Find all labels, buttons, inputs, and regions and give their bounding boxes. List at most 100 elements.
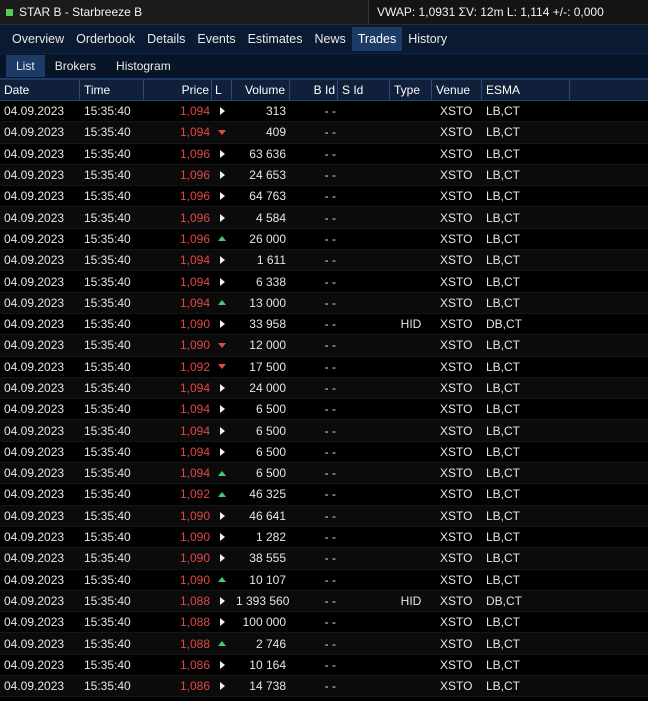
cell-esma: LB,CT (486, 444, 521, 459)
tab-trades[interactable]: Trades (351, 27, 403, 51)
table-row[interactable]: 04.09.2023 15:35:40 1,094 6 338 - - XSTO LB,CT (0, 271, 648, 293)
table-row[interactable]: 04.09.2023 15:35:40 1,094 13 000 - - XSTO LB,C… (0, 292, 648, 314)
cell-venue: XSTO (440, 338, 473, 353)
cell-tick-direction (212, 491, 232, 497)
table-row[interactable]: 04.09.2023 15:35:40 1,088 100 000 - - XSTO LB,… (0, 612, 648, 634)
col-price-header[interactable]: Price (144, 80, 212, 100)
table-row[interactable]: 04.09.2023 15:35:40 1,096 64 763 - - XSTO LB,C… (0, 186, 648, 208)
col-sid-header[interactable]: S Id (338, 80, 390, 100)
cell-price: 1,096 (179, 231, 210, 246)
table-header: Date Time Price L Volume B Id S Id Type … (0, 78, 648, 101)
table-row[interactable]: 04.09.2023 15:35:40 1,094 6 500 - - XSTO LB,CT (0, 442, 648, 464)
cell-date: 04.09.2023 (4, 508, 65, 523)
table-row[interactable]: 04.09.2023 15:35:40 1,094 409 - - XSTO LB,CT (0, 122, 648, 144)
cell-esma: LB,CT (486, 487, 521, 502)
table-row[interactable]: 04.09.2023 15:35:40 1,090 1 282 - - XSTO LB,CT (0, 527, 648, 549)
table-row[interactable]: 04.09.2023 15:35:40 1,086 14 738 - - XSTO LB,C… (0, 676, 648, 698)
cell-esma: LB,CT (486, 359, 521, 374)
col-esma-header[interactable]: ESMA (482, 80, 570, 100)
cell-buyer-id: - - (324, 104, 336, 119)
table-row[interactable]: 04.09.2023 15:35:40 1,096 63 636 - - XSTO LB,C… (0, 144, 648, 165)
table-row[interactable]: 04.09.2023 15:35:40 1,094 6 500 - - XSTO LB,CT (0, 399, 648, 421)
cell-date: 04.09.2023 (4, 657, 65, 672)
cell-volume: 1 611 (256, 253, 286, 268)
cell-esma: LB,CT (486, 125, 521, 140)
cell-buyer-id: - - (324, 572, 336, 587)
tab-details[interactable]: Details (141, 27, 191, 51)
cell-buyer-id: - - (324, 295, 336, 310)
cell-venue: XSTO (440, 168, 473, 183)
table-row[interactable]: 04.09.2023 15:35:40 1,090 33 958 - - HID XSTO D… (0, 314, 648, 336)
table-row[interactable]: 04.09.2023 15:35:40 1,094 6 500 - - XSTO LB,CT (0, 420, 648, 442)
cell-esma: LB,CT (486, 146, 521, 161)
table-row[interactable]: 04.09.2023 15:35:40 1,094 1 611 - - XSTO LB,CT (0, 250, 648, 272)
tab-orderbook[interactable]: Orderbook (70, 27, 141, 51)
table-row[interactable]: 04.09.2023 15:35:40 1,094 6 500 - - XSTO LB,CT (0, 463, 648, 485)
tab-estimates[interactable]: Estimates (242, 27, 309, 51)
cell-buyer-id: - - (324, 679, 336, 694)
table-row[interactable]: 04.09.2023 15:35:40 1,088 1 393 560 - - HID XS… (0, 590, 648, 613)
col-venue-header[interactable]: Venue (432, 80, 482, 100)
cell-time: 15:35:40 (84, 189, 131, 204)
table-row[interactable]: 04.09.2023 15:35:40 1,086 10 164 - - XSTO LB,C… (0, 655, 648, 677)
cell-time: 15:35:40 (84, 444, 131, 459)
cell-time: 15:35:40 (84, 636, 131, 651)
cell-price: 1,088 (179, 636, 210, 651)
col-type-header[interactable]: Type (390, 80, 432, 100)
cell-esma: LB,CT (486, 274, 521, 289)
table-row[interactable]: 04.09.2023 15:35:40 1,090 10 107 - - XSTO LB,C… (0, 570, 648, 591)
cell-esma: LB,CT (486, 636, 521, 651)
tab-news[interactable]: News (308, 27, 351, 51)
cell-venue: XSTO (440, 679, 473, 694)
cell-date: 04.09.2023 (4, 125, 65, 140)
table-row[interactable]: 04.09.2023 15:35:40 1,092 46 325 - - XSTO LB,C… (0, 484, 648, 506)
cell-tick-direction (212, 213, 232, 222)
cell-venue: XSTO (440, 615, 473, 630)
tab-history[interactable]: History (402, 27, 453, 51)
table-row[interactable]: 04.09.2023 15:35:40 1,088 2 746 - - XSTO LB,CT (0, 633, 648, 655)
cell-buyer-id: - - (324, 317, 336, 332)
cell-volume: 10 164 (249, 657, 286, 672)
cell-time: 15:35:40 (84, 338, 131, 353)
cell-volume: 63 636 (249, 146, 286, 161)
cell-esma: LB,CT (486, 295, 521, 310)
tab-overview[interactable]: Overview (6, 27, 70, 51)
table-row[interactable]: 04.09.2023 15:35:40 1,090 12 000 - - XSTO LB,C… (0, 335, 648, 357)
tab-events[interactable]: Events (191, 27, 241, 51)
tick-flat-icon (219, 426, 225, 435)
cell-date: 04.09.2023 (4, 423, 65, 438)
cell-volume: 10 107 (249, 572, 286, 587)
cell-tick-direction (212, 470, 232, 476)
cell-buyer-id: - - (324, 168, 336, 183)
subtab-list[interactable]: List (6, 55, 45, 77)
tick-flat-icon (219, 320, 225, 329)
table-row[interactable]: 04.09.2023 15:35:40 1,090 46 641 - - XSTO LB,C… (0, 505, 648, 527)
cell-time: 15:35:40 (84, 104, 131, 119)
tick-up-icon (218, 300, 226, 306)
cell-esma: LB,CT (486, 679, 521, 694)
sub-tabs: List Brokers Histogram (0, 53, 648, 78)
cell-time: 15:35:40 (84, 530, 131, 545)
table-row[interactable]: 04.09.2023 15:35:40 1,094 313 - - XSTO LB,CT (0, 101, 648, 123)
table-row[interactable]: 04.09.2023 15:35:40 1,092 17 500 - - XSTO LB,C… (0, 357, 648, 378)
cell-buyer-id: - - (324, 338, 336, 353)
cell-venue: XSTO (440, 572, 473, 587)
cell-volume: 100 000 (242, 615, 286, 630)
cell-date: 04.09.2023 (4, 530, 65, 545)
col-time-header[interactable]: Time (80, 80, 144, 100)
cell-venue: XSTO (440, 487, 473, 502)
cell-date: 04.09.2023 (4, 679, 65, 694)
table-row[interactable]: 04.09.2023 15:35:40 1,096 24 653 - - XSTO LB,C… (0, 164, 648, 187)
table-row[interactable]: 04.09.2023 15:35:40 1,096 4 584 - - XSTO LB,CT (0, 207, 648, 229)
col-volume-header[interactable]: Volume (232, 80, 290, 100)
subtab-histogram[interactable]: Histogram (106, 55, 181, 77)
cell-volume: 33 958 (249, 317, 286, 332)
subtab-brokers[interactable]: Brokers (45, 55, 106, 77)
col-l-header[interactable]: L (212, 80, 232, 100)
table-row[interactable]: 04.09.2023 15:35:40 1,094 24 000 - - XSTO LB,C… (0, 377, 648, 400)
table-row[interactable]: 04.09.2023 15:35:40 1,090 38 555 - - XSTO LB,C… (0, 548, 648, 570)
cell-tick-direction (212, 192, 232, 201)
col-bid-header[interactable]: B Id (290, 80, 338, 100)
table-row[interactable]: 04.09.2023 15:35:40 1,096 26 000 - - XSTO LB,C… (0, 229, 648, 251)
col-date-header[interactable]: Date (0, 80, 80, 100)
